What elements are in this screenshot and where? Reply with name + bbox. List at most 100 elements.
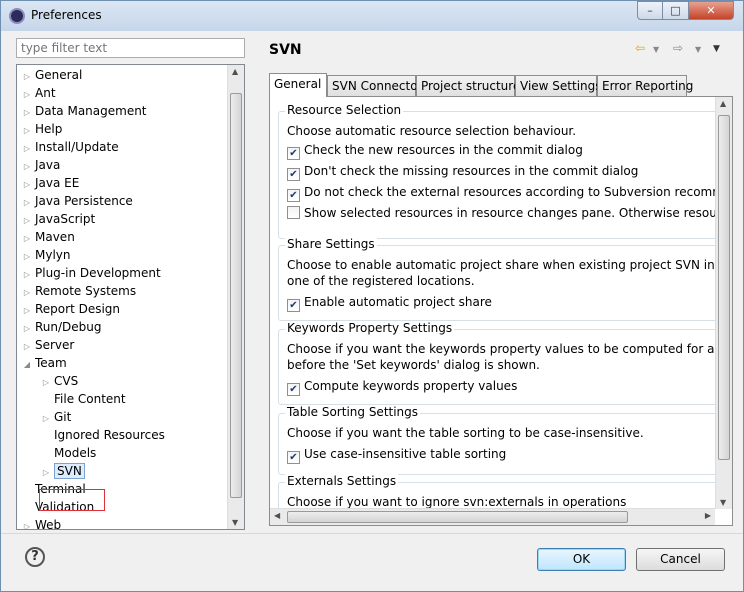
group-description-2: one of the registered locations. — [287, 274, 475, 288]
tree-item-mylyn[interactable]: ▷ Mylyn — [21, 246, 71, 264]
group-description: Choose if you want the table sorting to … — [287, 426, 644, 440]
close-button[interactable]: ✕ — [688, 1, 734, 20]
tab-view-settings[interactable]: View Settings — [515, 75, 602, 96]
eclipse-logo-icon — [9, 8, 25, 24]
scroll-down-arrow-icon[interactable]: ▼ — [232, 518, 238, 527]
panel-horizontal-scrollbar[interactable]: ◀ ▶ — [270, 508, 715, 525]
tree-scrollbar[interactable]: ▲ ▼ — [227, 65, 244, 529]
help-icon[interactable]: ? — [25, 547, 45, 567]
external-resources-checkbox[interactable]: ✔ Do not check the external resources acc… — [287, 184, 715, 202]
scroll-up-arrow-icon[interactable]: ▲ — [232, 67, 238, 76]
view-menu-icon[interactable]: ▼ — [713, 44, 720, 54]
case-insensitive-sorting-checkbox[interactable]: ✔ Use case-insensitive table sorting — [287, 446, 506, 464]
tree-item-plug-in-development[interactable]: ▷ Plug-in Development — [21, 264, 161, 282]
filter-input[interactable] — [16, 38, 245, 58]
tab-label: General — [274, 77, 322, 91]
tree-item-java[interactable]: ▷ Java — [21, 156, 60, 174]
tree-item-remote-systems[interactable]: ▷ Remote Systems — [21, 282, 136, 300]
checkbox-box[interactable]: ✔ — [287, 299, 300, 312]
compute-keywords-checkbox[interactable]: ✔ Compute keywords property values — [287, 378, 517, 396]
group-description: Choose automatic resource selection beha… — [287, 124, 577, 138]
tree-item-java-persistence[interactable]: ▷ Java Persistence — [21, 192, 133, 210]
tree-scroll-thumb[interactable] — [230, 93, 242, 498]
checkbox-box[interactable]: ✔ — [287, 189, 300, 202]
tree-item-label: JavaScript — [35, 212, 96, 226]
tab-general[interactable]: General — [269, 73, 327, 97]
tree-item-label: Team — [35, 356, 67, 370]
scroll-down-arrow-icon[interactable]: ▼ — [720, 498, 726, 507]
left-pane: ▷General▷Ant▷Data Management▷Help▷Instal… — [11, 31, 251, 531]
tab-label: Project structure — [421, 79, 521, 93]
scroll-up-arrow-icon[interactable]: ▲ — [720, 99, 726, 108]
tree-item-label: CVS — [54, 374, 79, 388]
panel-hscroll-thumb[interactable] — [287, 511, 628, 523]
group-title: Externals Settings — [285, 474, 399, 488]
show-selected-resources-checkbox[interactable]: Show selected resources in resource chan… — [287, 205, 715, 221]
tree-item-label: Data Management — [35, 104, 147, 118]
tab-label: View Settings — [520, 79, 602, 93]
cancel-button[interactable]: Cancel — [636, 548, 725, 571]
expand-arrow-icon[interactable]: ▷ — [21, 518, 33, 529]
tree-item-run-debug[interactable]: ▷ Run/Debug — [21, 318, 102, 336]
enable-auto-share-checkbox[interactable]: ✔ Enable automatic project share — [287, 294, 492, 312]
checkbox-box[interactable] — [287, 206, 300, 219]
group-description: Choose if you want to ignore svn:externa… — [287, 495, 627, 509]
tree-item-data-management[interactable]: ▷ Data Management — [21, 102, 147, 120]
check-new-resources-checkbox[interactable]: ✔ Check the new resources in the commit d… — [287, 142, 583, 160]
tree-item-label: Git — [54, 410, 72, 424]
checkbox-label: Enable automatic project share — [304, 295, 492, 309]
page-title: SVN — [269, 42, 302, 58]
tree-item-web[interactable]: ▷ Web — [21, 516, 61, 529]
tree-item-label: Ignored Resources — [54, 428, 165, 442]
checkbox-label: Do not check the external resources acco… — [304, 185, 715, 199]
tree-item-report-design[interactable]: ▷ Report Design — [21, 300, 120, 318]
tree-item-ignored-resources[interactable]: Ignored Resources — [40, 426, 165, 444]
checkbox-box[interactable]: ✔ — [287, 168, 300, 181]
tree-item-label: Ant — [35, 86, 56, 100]
minimize-button[interactable]: – — [637, 1, 663, 20]
tab-label: Error Reporting — [602, 79, 694, 93]
tree-item-help[interactable]: ▷ Help — [21, 120, 62, 138]
tree-item-cvs[interactable]: ▷ CVS — [40, 372, 78, 390]
title-bar[interactable]: Preferences – □ ✕ — [1, 1, 743, 31]
share-settings-group: Share Settings Choose to enable automati… — [278, 237, 715, 321]
tree-item-maven[interactable]: ▷ Maven — [21, 228, 75, 246]
tree-item-models[interactable]: Models — [40, 444, 96, 462]
checkbox-label: Check the new resources in the commit di… — [304, 143, 583, 157]
group-title: Resource Selection — [285, 103, 404, 117]
panel-scroll-thumb[interactable] — [718, 115, 730, 460]
scroll-right-arrow-icon[interactable]: ▶ — [705, 511, 711, 520]
forward-arrow-icon[interactable]: ⇨ — [673, 41, 683, 55]
back-arrow-icon[interactable]: ⇦ — [635, 41, 645, 55]
check-missing-resources-checkbox[interactable]: ✔ Don't check the missing resources in th… — [287, 163, 638, 181]
tree-item-install-update[interactable]: ▷ Install/Update — [21, 138, 119, 156]
tab-error-reporting[interactable]: Error Reporting — [597, 75, 693, 96]
tab-svn-connector[interactable]: SVN Connector — [327, 75, 423, 96]
tree-item-general[interactable]: ▷ General — [21, 66, 82, 84]
panel-vertical-scrollbar[interactable]: ▲ ▼ — [715, 97, 732, 509]
tree-item-label: General — [35, 68, 83, 82]
tree-item-svn[interactable]: ▷ SVN — [40, 462, 85, 480]
tab-project-structure[interactable]: Project structure — [416, 75, 520, 96]
tree-item-javascript[interactable]: ▷ JavaScript — [21, 210, 95, 228]
ok-button[interactable]: OK — [537, 548, 626, 571]
maximize-button[interactable]: □ — [662, 1, 689, 20]
group-description: Choose if you want the keywords property… — [287, 342, 715, 356]
tree-item-team[interactable]: ◢ Team — [21, 354, 67, 372]
tree-item-label: Install/Update — [35, 140, 119, 154]
collapse-arrow-icon[interactable]: ◢ — [21, 356, 33, 374]
scroll-left-arrow-icon[interactable]: ◀ — [274, 511, 280, 520]
tree-item-file-content[interactable]: File Content — [40, 390, 126, 408]
back-dropdown-icon[interactable]: ▼ — [653, 45, 659, 54]
tree-item-ant[interactable]: ▷ Ant — [21, 84, 56, 102]
forward-dropdown-icon[interactable]: ▼ — [695, 45, 701, 54]
checkbox-box[interactable]: ✔ — [287, 451, 300, 464]
tree-item-label: Help — [35, 122, 63, 136]
tree-item-java-ee[interactable]: ▷ Java EE — [21, 174, 79, 192]
panel-content: Resource Selection Choose automatic reso… — [270, 97, 715, 509]
checkbox-box[interactable]: ✔ — [287, 147, 300, 160]
group-title: Share Settings — [285, 237, 377, 251]
tree-item-server[interactable]: ▷ Server — [21, 336, 74, 354]
checkbox-box[interactable]: ✔ — [287, 383, 300, 396]
tree-item-git[interactable]: ▷ Git — [40, 408, 71, 426]
